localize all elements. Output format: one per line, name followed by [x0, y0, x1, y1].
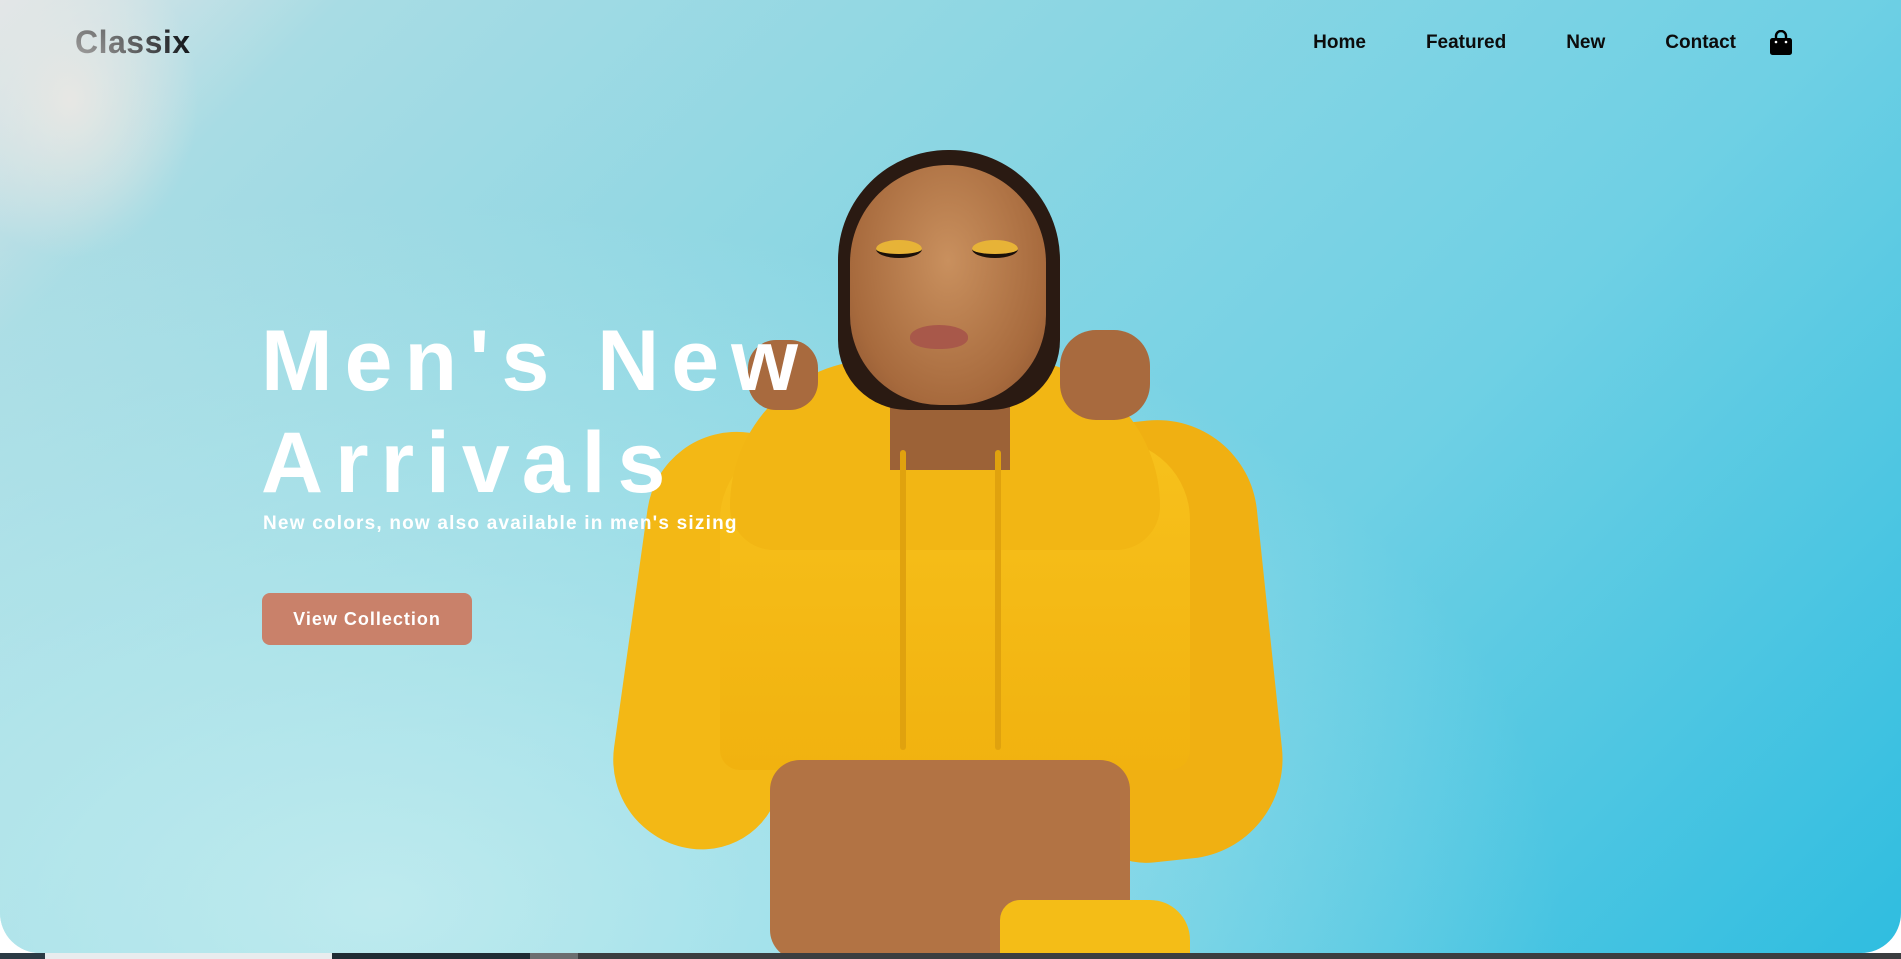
hoodie-drawstring-left [900, 450, 906, 750]
shopping-bag-icon-glyph [1770, 29, 1792, 55]
nav-links: Home Featured New Contact [1313, 32, 1736, 54]
preview-block [332, 953, 530, 959]
model-right-eye [972, 240, 1018, 258]
nav-link-featured[interactable]: Featured [1426, 32, 1506, 54]
model-left-eye [876, 240, 922, 258]
hero-headline-line-2: Arrivals [261, 415, 678, 511]
nav-link-contact[interactable]: Contact [1665, 32, 1736, 54]
hero-subheadline: New colors, now also available in men's … [263, 513, 738, 534]
bottom-section-preview [0, 953, 1901, 959]
hoodie-drawstring-right [995, 450, 1001, 750]
hero-section: Classix Home Featured New Contact Men's … [0, 0, 1901, 953]
preview-block [578, 953, 1901, 959]
model-right-hand [1060, 330, 1150, 420]
shopping-bag-icon[interactable] [1769, 29, 1793, 56]
preview-block [530, 953, 578, 959]
model-face [850, 165, 1046, 405]
nav-link-home[interactable]: Home [1313, 32, 1366, 54]
nav-link-new[interactable]: New [1566, 32, 1605, 54]
hero-headline: Men's New Arrivals [261, 310, 810, 514]
preview-block [45, 953, 332, 959]
view-collection-button[interactable]: View Collection [262, 593, 472, 645]
top-navigation: Classix Home Featured New Contact [0, 0, 1901, 88]
model-pants [1000, 900, 1190, 953]
hero-headline-line-1: Men's New [261, 313, 811, 409]
model-lips [910, 325, 968, 349]
brand-logo[interactable]: Classix [75, 24, 191, 61]
